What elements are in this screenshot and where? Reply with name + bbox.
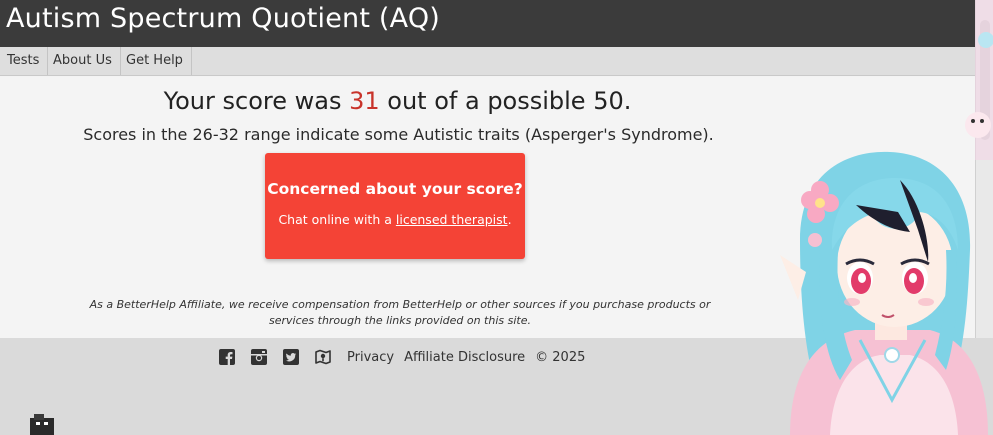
- copyright-text: © 2025: [535, 349, 586, 365]
- score-range-text: Scores in the 26-32 range indicate some …: [83, 125, 714, 144]
- page-title: Autism Spectrum Quotient (AQ): [6, 3, 441, 34]
- score-prefix: Your score was: [163, 87, 342, 115]
- licensed-therapist-link[interactable]: licensed therapist: [396, 212, 508, 227]
- nav-item-about-us[interactable]: About Us: [46, 47, 121, 75]
- map-icon[interactable]: [315, 349, 331, 365]
- score-value: 31: [349, 87, 380, 115]
- score-suffix: out of a possible 50.: [387, 87, 632, 115]
- affiliate-disclosure-link[interactable]: Affiliate Disclosure: [404, 350, 525, 365]
- score-heading: Your score was 31 out of a possible 50.: [0, 87, 795, 115]
- nav-item-get-help[interactable]: Get Help: [119, 47, 192, 75]
- privacy-link[interactable]: Privacy: [347, 350, 394, 365]
- ship-decoration-icon: [30, 414, 54, 435]
- twitter-icon[interactable]: [283, 349, 299, 365]
- cta-text-before: Chat online with a: [278, 212, 392, 227]
- facebook-icon[interactable]: [219, 349, 235, 365]
- cta-text-after: .: [507, 212, 512, 227]
- nav-item-tests[interactable]: Tests: [0, 47, 49, 75]
- cta-text: Chat online with a licensed therapist.: [265, 212, 525, 227]
- therapist-cta-box[interactable]: Concerned about your score? Chat online …: [265, 153, 525, 259]
- affiliate-disclaimer: As a BetterHelp Affiliate, we receive co…: [89, 298, 711, 327]
- footer-links-row: Privacy Affiliate Disclosure © 2025: [219, 348, 585, 366]
- cta-title: Concerned about your score?: [267, 180, 523, 198]
- instagram-icon[interactable]: [251, 349, 267, 365]
- vtuber-avatar-overlay: [780, 0, 993, 435]
